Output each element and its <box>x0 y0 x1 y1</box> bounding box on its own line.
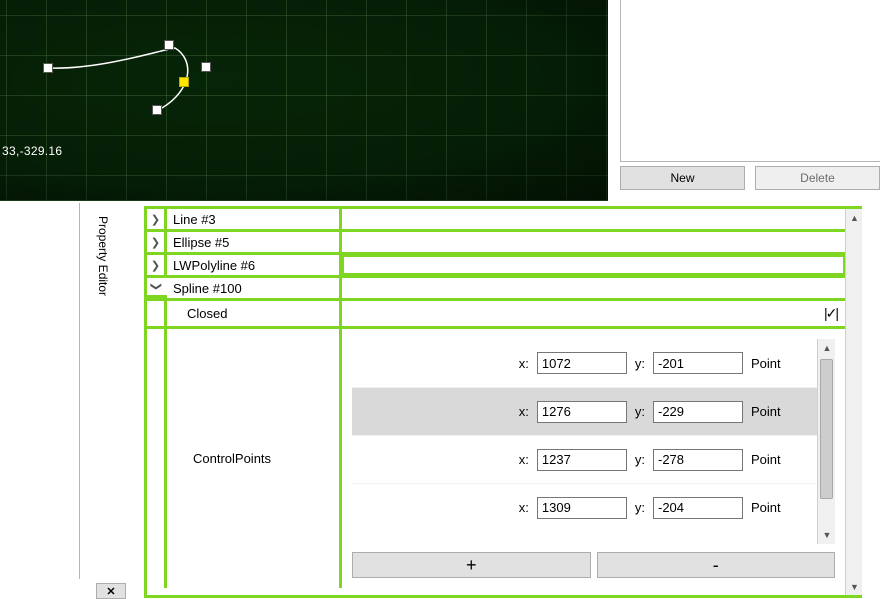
control-handle[interactable] <box>152 105 162 115</box>
scroll-thumb[interactable] <box>820 359 833 499</box>
close-icon[interactable]: ✕ <box>96 583 126 599</box>
property-editor-title: Property Editor <box>92 216 110 336</box>
y-label: y: <box>635 452 645 467</box>
x-label: x: <box>519 404 529 419</box>
entity-actions: New Delete <box>620 166 880 196</box>
tree-label[interactable]: LWPolyline #6 <box>167 255 342 275</box>
tree-row-lwpolyline: ❯ LWPolyline #6 <box>147 255 845 278</box>
tree-value <box>342 255 845 275</box>
cursor-coordinates: 33,-329.16 <box>2 144 62 158</box>
controlpoint-row[interactable]: x: y: Point <box>352 483 817 531</box>
expand-spacer: . <box>147 301 167 326</box>
app-root: 33,-329.16 New Delete ✕ Property Editor … <box>0 0 880 599</box>
controlpoint-row[interactable]: x: y: Point <box>352 339 817 387</box>
controlpoint-row[interactable]: x: y: Point <box>352 387 817 435</box>
x-label: x: <box>519 500 529 515</box>
x-input[interactable] <box>537 497 627 519</box>
control-handle-selected[interactable] <box>179 77 189 87</box>
control-handle[interactable] <box>43 63 53 73</box>
x-input[interactable] <box>537 449 627 471</box>
tree-value <box>342 209 845 229</box>
scroll-down-icon[interactable]: ▼ <box>846 578 863 595</box>
y-label: y: <box>635 404 645 419</box>
tree-label[interactable]: Line #3 <box>167 209 342 229</box>
prop-label-controlpoints: ControlPoints <box>167 329 342 588</box>
y-input[interactable] <box>653 352 743 374</box>
tree-label[interactable]: Spline #100 <box>167 278 342 298</box>
delete-button: Delete <box>755 166 880 190</box>
control-handle[interactable] <box>164 40 174 50</box>
controlpoints-actions: + - <box>352 552 835 578</box>
x-label: x: <box>519 356 529 371</box>
y-input[interactable] <box>653 401 743 423</box>
new-button[interactable]: New <box>620 166 745 190</box>
y-label: y: <box>635 356 645 371</box>
y-label: y: <box>635 500 645 515</box>
x-label: x: <box>519 452 529 467</box>
prop-row-controlpoints: . ControlPoints x: y: Point x: y: Point x: y: Po… <box>147 329 845 588</box>
left-panel-stub <box>0 203 80 599</box>
tree-row-ellipse: ❯ Ellipse #5 <box>147 232 845 255</box>
expand-toggle[interactable]: ❯ <box>147 209 167 229</box>
y-input[interactable] <box>653 449 743 471</box>
tree-value <box>342 232 845 252</box>
drawing-canvas[interactable]: 33,-329.16 <box>0 0 608 201</box>
property-editor: ❯ Line #3 ❯ Ellipse #5 ❯ LWPolyline #6 ❯… <box>144 206 862 598</box>
prop-label-closed: Closed <box>167 301 342 326</box>
tree-value <box>342 278 845 298</box>
expand-toggle[interactable]: ❯ <box>147 255 167 275</box>
canvas-grid <box>0 0 608 200</box>
prop-value-closed[interactable]: |✓| <box>342 301 845 326</box>
collapse-toggle[interactable]: ❯ <box>147 278 167 298</box>
tree-row-line: ❯ Line #3 <box>147 209 845 232</box>
tree-label[interactable]: Ellipse #5 <box>167 232 342 252</box>
point-kind-label: Point <box>751 500 791 515</box>
point-kind-label: Point <box>751 356 791 371</box>
entity-list-panel <box>620 0 880 162</box>
controlpoint-row[interactable]: x: y: Point <box>352 435 817 483</box>
add-point-button[interactable]: + <box>352 552 591 578</box>
expand-toggle[interactable]: ❯ <box>147 232 167 252</box>
control-handle[interactable] <box>201 62 211 72</box>
remove-point-button[interactable]: - <box>597 552 836 578</box>
scroll-down-icon[interactable]: ▼ <box>818 526 835 544</box>
tree-row-spline: ❯ Spline #100 <box>147 278 845 301</box>
point-kind-label: Point <box>751 404 791 419</box>
x-input[interactable] <box>537 401 627 423</box>
expand-spacer: . <box>147 329 167 588</box>
x-input[interactable] <box>537 352 627 374</box>
scroll-up-icon[interactable]: ▲ <box>846 209 863 226</box>
scroll-up-icon[interactable]: ▲ <box>818 339 835 357</box>
checkbox-icon[interactable]: |✓| <box>824 305 837 322</box>
point-kind-label: Point <box>751 452 791 467</box>
property-rows: ❯ Line #3 ❯ Ellipse #5 ❯ LWPolyline #6 ❯… <box>147 209 845 588</box>
y-input[interactable] <box>653 497 743 519</box>
controlpoints-scrollbar[interactable]: ▲ ▼ <box>817 339 835 544</box>
prop-row-closed: . Closed |✓| <box>147 301 845 329</box>
property-editor-scrollbar[interactable]: ▲ ▼ <box>845 209 862 595</box>
controlpoints-body: x: y: Point x: y: Point x: y: Point x: y: Point ▲ ▼… <box>342 329 845 588</box>
